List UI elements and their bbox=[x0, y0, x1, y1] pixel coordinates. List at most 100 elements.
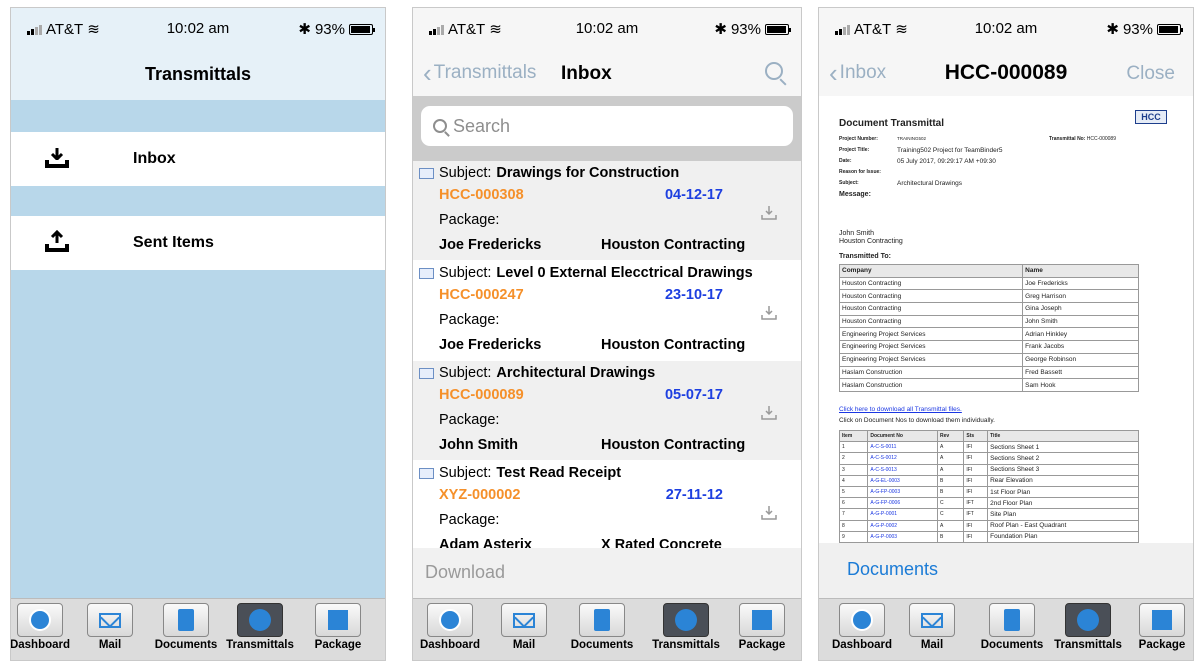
message-row[interactable]: Subject: Architectural Drawings HCC-00008… bbox=[413, 361, 801, 460]
inbox-row[interactable]: Inbox bbox=[11, 132, 385, 186]
tab-label: Documents bbox=[570, 639, 634, 651]
document-number-link[interactable]: A-G-P-0003 bbox=[867, 530, 939, 543]
tab-mail[interactable]: Mail bbox=[487, 603, 561, 651]
dashboard-icon bbox=[29, 609, 51, 631]
document-number-link[interactable]: A-C-S-0012 bbox=[867, 452, 939, 465]
download-icon[interactable] bbox=[761, 505, 777, 521]
document-number-link[interactable]: A-G-FP-0006 bbox=[867, 497, 939, 510]
document-number-link[interactable]: A-C-S-0011 bbox=[867, 441, 939, 454]
document-number-link[interactable]: A-G-P-0001 bbox=[867, 508, 939, 521]
battery-icon bbox=[349, 23, 375, 35]
subject-text: Test Read Receipt bbox=[496, 465, 622, 481]
recipient-row: Houston Contracting Greg Harrison bbox=[838, 289, 1139, 304]
document-number-link[interactable]: A-G-FP-0003 bbox=[867, 485, 939, 499]
dashboard-icon bbox=[851, 609, 873, 631]
table-cell: A bbox=[937, 463, 965, 476]
search-bar: Search bbox=[413, 96, 801, 161]
table-cell: 9 bbox=[838, 530, 869, 543]
tab-documents[interactable]: Documents bbox=[975, 603, 1049, 651]
download-icon[interactable] bbox=[761, 405, 777, 421]
message-row[interactable]: Subject: Drawings for Construction HCC-00… bbox=[413, 161, 801, 260]
table-cell: IFI bbox=[963, 452, 989, 465]
tab-transmittals[interactable]: Transmittals bbox=[223, 603, 297, 651]
documents-icon bbox=[178, 609, 194, 631]
close-button[interactable]: Close bbox=[1126, 63, 1175, 85]
tab-label: Mail bbox=[98, 639, 122, 651]
inbox-screen: AT&T ≋ 10:02 am ✱ 93% ‹ Transmittals Inbox … bbox=[412, 7, 802, 661]
meta-value: Training502 Project for TeamBinder5 bbox=[897, 147, 1003, 154]
meta-key: Message: bbox=[839, 191, 871, 198]
download-button[interactable]: Download bbox=[413, 548, 801, 598]
tab-label: Dashboard bbox=[831, 639, 893, 651]
envelope-icon bbox=[419, 267, 434, 279]
tab-package[interactable]: Package bbox=[1125, 603, 1193, 651]
tab-transmittals[interactable]: Transmittals bbox=[1051, 603, 1125, 651]
envelope-icon bbox=[419, 367, 434, 379]
dashboard-icon bbox=[439, 609, 461, 631]
tab-package[interactable]: Package bbox=[301, 603, 375, 651]
table-cell: IFI bbox=[963, 519, 989, 532]
tab-documents[interactable]: Documents bbox=[149, 603, 223, 651]
tab-label: Mail bbox=[920, 639, 944, 651]
document-row: 1 A-C-S-0011 A IFI Sections Sheet 1 bbox=[838, 441, 1139, 454]
battery-icon bbox=[1157, 23, 1183, 35]
search-input[interactable]: Search bbox=[421, 106, 793, 146]
sender-name: Joe Fredericks bbox=[439, 237, 542, 253]
download-icon[interactable] bbox=[761, 305, 777, 321]
column-header: Title bbox=[987, 429, 1139, 443]
tab-bar: Dashboard Mail Documents Transmittals Pa… bbox=[11, 598, 385, 660]
document-number-link[interactable]: A-G-EL-0003 bbox=[867, 474, 939, 487]
table-cell: 5 bbox=[838, 485, 869, 499]
tab-mail[interactable]: Mail bbox=[73, 603, 147, 651]
column-header: Company bbox=[838, 264, 1024, 278]
table-cell: Gina Joseph bbox=[1022, 302, 1139, 316]
tab-mail[interactable]: Mail bbox=[895, 603, 969, 651]
download-icon[interactable] bbox=[761, 205, 777, 221]
column-header: Sts bbox=[963, 429, 989, 443]
message-row[interactable]: Subject: Level 0 External Elecctrical Dra… bbox=[413, 261, 801, 360]
table-cell: 6 bbox=[838, 497, 869, 510]
tab-dashboard[interactable]: Dashboard bbox=[11, 603, 77, 651]
table-cell: IFI bbox=[963, 463, 989, 476]
documents-sheet[interactable]: Documents bbox=[819, 543, 1193, 598]
magnifier-icon bbox=[433, 119, 447, 133]
recipient-row: Engineering Project Services Adrian Hinkl… bbox=[838, 327, 1139, 342]
document-heading: Document Transmittal bbox=[839, 118, 945, 129]
table-cell: IFI bbox=[963, 530, 989, 543]
tab-transmittals[interactable]: Transmittals bbox=[649, 603, 723, 651]
message-date: 04-12-17 bbox=[664, 187, 723, 203]
envelope-icon bbox=[419, 167, 434, 179]
page-title: Inbox bbox=[561, 63, 612, 84]
document-number-link[interactable]: A-G-P-0002 bbox=[867, 519, 939, 532]
tab-documents[interactable]: Documents bbox=[565, 603, 639, 651]
sender-company: Houston Contracting bbox=[601, 237, 746, 253]
tab-package[interactable]: Package bbox=[725, 603, 799, 651]
sent-items-row[interactable]: Sent Items bbox=[11, 216, 385, 270]
column-header: Rev bbox=[937, 429, 965, 443]
table-cell: Roof Plan - East Quadrant bbox=[987, 519, 1139, 532]
table-cell: 1st Floor Plan bbox=[987, 485, 1139, 499]
table-cell: Haslam Construction bbox=[838, 365, 1024, 380]
tab-label: Package bbox=[738, 639, 786, 651]
tab-dashboard[interactable]: Dashboard bbox=[825, 603, 899, 651]
subject-text: Drawings for Construction bbox=[496, 165, 680, 181]
document-row: 7 A-G-P-0001 C IFT Site Plan bbox=[838, 508, 1139, 521]
tab-dashboard[interactable]: Dashboard bbox=[413, 603, 487, 651]
table-cell: IFT bbox=[963, 508, 989, 521]
message-date: 05-07-17 bbox=[664, 387, 723, 403]
table-cell: IFT bbox=[963, 497, 989, 510]
battery-percent: 93% bbox=[730, 20, 761, 38]
package-icon bbox=[752, 610, 772, 630]
table-cell: George Robinson bbox=[1022, 352, 1139, 367]
column-header: Document No bbox=[867, 429, 939, 443]
download-all-link[interactable]: Click here to download all Transmittal f… bbox=[839, 406, 962, 413]
document-row: 5 A-G-FP-0003 B IFI 1st Floor Plan bbox=[838, 485, 1139, 499]
transmittal-number: XYZ-000002 bbox=[439, 487, 521, 503]
back-button[interactable]: ‹ Transmittals bbox=[423, 60, 536, 86]
table-cell: Engineering Project Services bbox=[838, 327, 1024, 342]
message-row[interactable]: Subject: Test Read Receipt XYZ-000002 27-… bbox=[413, 461, 801, 560]
transmittal-no: Transmittal No: HCC-000089 bbox=[1049, 136, 1116, 142]
document-number-link[interactable]: A-C-S-0013 bbox=[867, 463, 939, 476]
transmittals-icon bbox=[675, 609, 697, 631]
search-icon[interactable] bbox=[765, 62, 783, 80]
